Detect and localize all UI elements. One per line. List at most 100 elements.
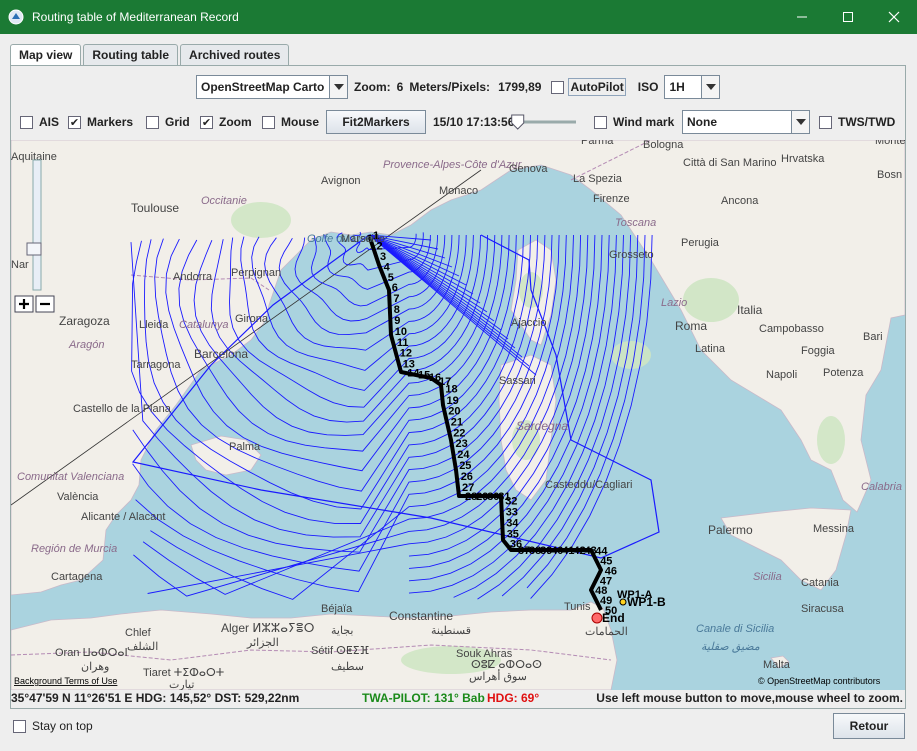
window-title: Routing table of Mediterranean Record xyxy=(32,10,239,24)
mouse-checkbox[interactable] xyxy=(262,115,275,129)
place-label: Potenza xyxy=(823,367,864,379)
place-label: Occitanie xyxy=(201,195,247,207)
place-label: ⵙⵓⵇ ⴰⵀⵔⴰⵙ xyxy=(471,659,542,671)
fit2markers-button[interactable]: Fit2Markers xyxy=(326,110,426,134)
place-label: Italia xyxy=(737,303,763,317)
markers-checkbox[interactable]: ✔ xyxy=(68,115,81,129)
tab-bar: Map view Routing table Archived routes xyxy=(10,44,291,67)
footer: Stay on top Retour xyxy=(0,710,917,751)
place-label: Andorra xyxy=(173,271,213,283)
place-label: Palermo xyxy=(708,523,753,537)
close-button[interactable] xyxy=(871,0,917,34)
place-label: Sassari xyxy=(499,375,536,387)
windmark-select[interactable]: None xyxy=(682,110,810,134)
place-label: Monaco xyxy=(439,185,478,197)
end-label: End xyxy=(602,611,625,625)
place-label: Genova xyxy=(509,163,548,175)
place-label: مضيق صقلية xyxy=(701,641,760,653)
place-label: تيارت xyxy=(169,679,194,690)
place-label: Catania xyxy=(801,577,840,589)
place-label: Malta xyxy=(763,659,791,671)
place-label: Avignon xyxy=(321,175,361,187)
zoom-slider-thumb[interactable] xyxy=(26,242,42,256)
markers-label: Markers xyxy=(87,115,134,129)
tab-archived-routes[interactable]: Archived routes xyxy=(180,44,290,66)
place-label: Campobasso xyxy=(759,323,824,335)
place-label: Chlef xyxy=(125,627,152,639)
datetime-label: 15/10 17:13:56 xyxy=(433,115,515,129)
place-label: València xyxy=(57,491,99,503)
chevron-down-icon xyxy=(329,76,347,98)
place-label: Perpignan xyxy=(231,267,281,279)
stay-on-top-label: Stay on top xyxy=(32,719,93,733)
background-terms-link[interactable]: Background Terms of Use xyxy=(14,676,117,686)
place-label: Tunis xyxy=(564,601,591,613)
place-label: Tiaret ⵜⵉⵀⴰⵔⵜ xyxy=(143,667,224,679)
osm-attribution: © OpenStreetMap contributors xyxy=(758,676,881,686)
maximize-icon xyxy=(843,12,853,22)
place-label: Calabria xyxy=(861,481,902,493)
meters-per-pixel-label: Meters/Pixels: xyxy=(409,80,491,94)
place-label: الجزائر xyxy=(246,637,279,649)
place-label: Bologna xyxy=(643,140,684,151)
place-label: Ajaccio xyxy=(511,317,546,329)
zoom-check-label: Zoom xyxy=(219,115,252,129)
ais-checkbox[interactable] xyxy=(20,115,33,129)
time-slider[interactable] xyxy=(510,110,580,134)
tab-routing-table[interactable]: Routing table xyxy=(83,44,179,66)
toolbar-row-2: AIS ✔ Markers Grid ✔ Zoom Mouse Fit2Marker… xyxy=(20,110,900,136)
maximize-button[interactable] xyxy=(825,0,871,34)
place-label: Alicante / Alacant xyxy=(81,511,165,523)
zoom-checkbox[interactable]: ✔ xyxy=(200,115,213,129)
map-svg[interactable]: 1234567891011121314151617181920212223242… xyxy=(11,140,905,690)
place-label: Castello de la Plana xyxy=(73,403,172,415)
stay-on-top-checkbox[interactable] xyxy=(13,719,26,733)
place-label: Aragón xyxy=(68,339,104,351)
tws-twd-label: TWS/TWD xyxy=(838,115,896,129)
windmark-checkbox[interactable] xyxy=(594,115,607,129)
place-label: بجاية xyxy=(331,625,353,637)
place-label: Nar xyxy=(11,259,29,271)
place-label: Barcelona xyxy=(194,347,248,361)
end-marker[interactable] xyxy=(591,612,603,624)
tab-map-view[interactable]: Map view xyxy=(10,44,82,67)
minimize-button[interactable] xyxy=(779,0,825,34)
place-label: Toulouse xyxy=(131,201,179,215)
app-icon xyxy=(8,9,24,25)
map-canvas[interactable]: 1 2 3 4 5 6 7 8 9 10 11 12 13 14 15 16 17 18 19 20 21 22 23 24 2… xyxy=(11,140,905,690)
place-label: Napoli xyxy=(766,369,797,381)
place-label: قسنطينة xyxy=(431,625,471,637)
tws-twd-checkbox[interactable] xyxy=(819,115,832,129)
zoom-slider[interactable] xyxy=(32,159,42,291)
map-source-select[interactable]: OpenStreetMap Carto xyxy=(196,75,348,99)
place-label: Latina xyxy=(695,343,726,355)
place-label: Provence-Alpes-Côte d'Azur xyxy=(383,159,523,171)
place-label: Catalunya xyxy=(179,319,229,331)
twa-pilot-readout: TWA-PILOT: 131° Bab xyxy=(362,691,485,705)
place-label: Perugia xyxy=(681,237,720,249)
close-icon xyxy=(888,11,900,23)
waypoint-label: WP1-B xyxy=(627,595,666,609)
place-label: Oran ⵡⴰⵀⵔⴰⵏ xyxy=(55,647,128,659)
place-label: سوق أهراس xyxy=(469,669,527,683)
toolbar-row-1: OpenStreetMap Carto Zoom: 6 Meters/Pixel… xyxy=(196,74,721,100)
place-label: Roma xyxy=(675,319,707,333)
iso-select[interactable]: 1H xyxy=(664,75,721,99)
place-label: Béjaïa xyxy=(321,603,353,615)
place-label: Alger ⵍⵣⵣⴰⵢⴻⵔ xyxy=(221,621,314,635)
autopilot-label[interactable]: AutoPilot xyxy=(568,78,626,96)
autopilot-checkbox[interactable] xyxy=(551,80,565,94)
iso-label: ISO xyxy=(637,80,659,94)
place-label: Firenze xyxy=(593,193,630,205)
meters-per-pixel-value: 1799,89 xyxy=(498,80,542,94)
place-label: Casteddu/Cagliari xyxy=(545,479,632,491)
grid-checkbox[interactable] xyxy=(146,115,159,129)
zoom-label: Zoom: xyxy=(354,80,391,94)
retour-button[interactable]: Retour xyxy=(833,713,905,739)
place-label: Bosn xyxy=(877,169,902,181)
route-step-labels: 1234567891011121314151617181920212223242… xyxy=(373,230,617,617)
place-label: Grosseto xyxy=(609,249,654,261)
place-label: Marseille xyxy=(341,233,385,245)
place-label: Hrvatska xyxy=(781,153,825,165)
time-slider-track xyxy=(511,114,576,130)
